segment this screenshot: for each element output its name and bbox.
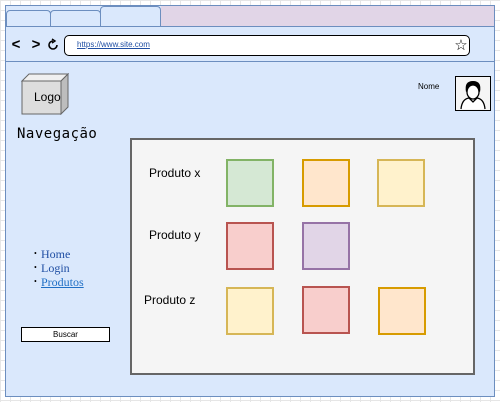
product-x-tile-3[interactable]: [377, 159, 425, 207]
product-z-tile-2[interactable]: [302, 286, 350, 334]
nav-link-produtos[interactable]: Produtos: [34, 275, 84, 289]
search-button[interactable]: Buscar: [21, 327, 110, 342]
product-y-tile-1[interactable]: [226, 222, 274, 270]
browser-tab-active[interactable]: [100, 6, 161, 27]
product-x-label: Produto x: [149, 166, 201, 180]
product-z-tile-1[interactable]: [226, 287, 274, 335]
forward-icon[interactable]: >: [29, 36, 43, 54]
logo-label: Logo: [34, 90, 61, 104]
nav-link-home[interactable]: Home: [34, 247, 84, 261]
user-name: Nome: [418, 82, 440, 91]
product-y-label: Produto y: [149, 228, 201, 242]
nav-menu: Home Login Produtos: [34, 247, 84, 289]
nav-link-login[interactable]: Login: [34, 261, 84, 275]
product-x-tile-1[interactable]: [226, 159, 274, 207]
back-icon[interactable]: <: [9, 36, 23, 54]
address-bar[interactable]: https://www.site.com: [64, 35, 470, 56]
user-icon: [460, 81, 486, 110]
avatar[interactable]: [455, 76, 491, 111]
product-x-tile-2[interactable]: [302, 159, 350, 207]
refresh-icon[interactable]: [46, 38, 60, 52]
star-icon[interactable]: ☆: [452, 35, 470, 56]
browser-tab-2[interactable]: [50, 10, 101, 27]
browser-tab-1[interactable]: [6, 10, 51, 27]
product-z-label: Produto z: [144, 293, 196, 307]
navigation-title: Navegação: [17, 126, 98, 142]
url-text[interactable]: https://www.site.com: [77, 40, 150, 49]
tab-strip: [161, 6, 494, 26]
product-y-tile-2[interactable]: [302, 222, 350, 270]
product-z-tile-3[interactable]: [378, 287, 426, 335]
